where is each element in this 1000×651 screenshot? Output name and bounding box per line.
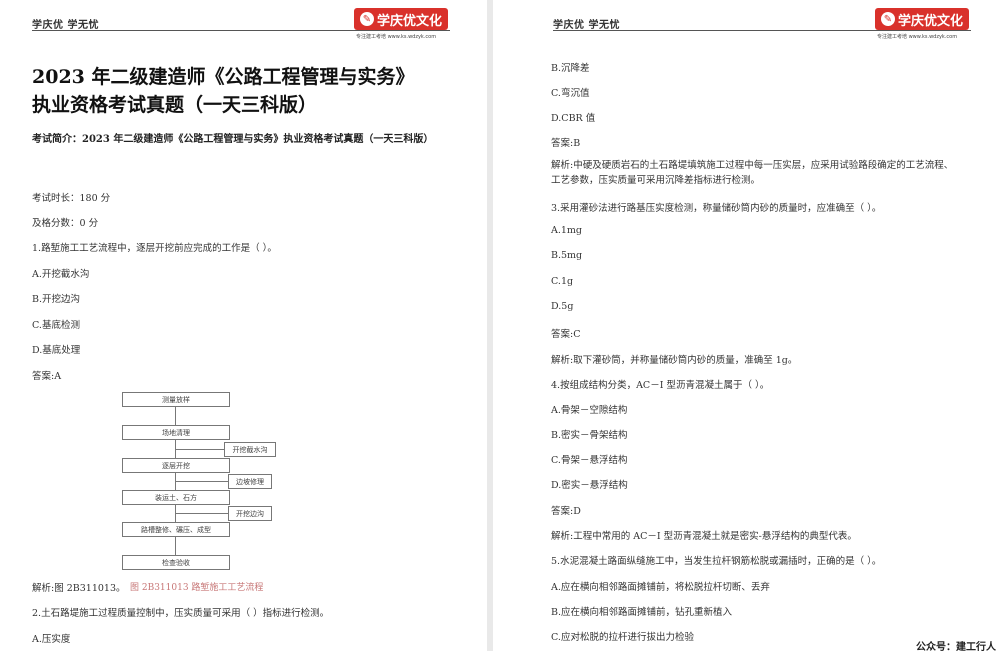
q3-analysis: 解析:取下灌砂筒，并称量储砂筒内砂的质量，准确至 1g。 bbox=[551, 355, 798, 366]
flow-step: 路槽整修、碾压、成型 bbox=[122, 522, 230, 537]
q2-analysis: 解析:中硬及硬质岩石的土石路堤填筑施工过程中每一压实层，应采用试验路段确定的工艺… bbox=[551, 160, 954, 186]
q4-answer: 答案:D bbox=[551, 506, 581, 517]
q4-option-b: B.密实－骨架结构 bbox=[551, 430, 628, 441]
question-1: 1.路堑施工工艺流程中，逐层开挖前应完成的工作是（ ）。 bbox=[32, 243, 277, 254]
q2-option-a: A.压实度 bbox=[32, 634, 71, 645]
q1-analysis: 解析:图 2B311013。 bbox=[32, 583, 126, 594]
flow-branch-line bbox=[175, 449, 224, 450]
q2-option-c: C.弯沉值 bbox=[551, 88, 590, 99]
q1-option-d: D.基底处理 bbox=[32, 345, 81, 356]
flow-arrow bbox=[175, 407, 176, 425]
left-page: 学庆优 学无忧 ✎ 学庆优文化 专注建工考培 www.ks.wdzyk.com … bbox=[0, 0, 487, 651]
q3-option-d: D.5g bbox=[551, 301, 574, 312]
q1-answer: 答案:A bbox=[32, 371, 62, 382]
question-2: 2.土石路堤施工过程质量控制中，压实质量可采用（ ）指标进行检测。 bbox=[32, 608, 330, 619]
header-slogan: 学庆优 学无忧 bbox=[553, 20, 620, 31]
brand-subtitle: 专注建工考培 www.ks.wdzyk.com bbox=[877, 34, 958, 40]
question-4: 4.按组成结构分类，AC－I 型沥青混凝土属于（ ）。 bbox=[551, 380, 770, 391]
brand-subtitle: 专注建工考培 www.ks.wdzyk.com bbox=[356, 34, 437, 40]
question-5: 5.水泥混凝土路面纵缝施工中，当发生拉杆钢筋松脱或漏插时，正确的是（ ）。 bbox=[551, 556, 882, 567]
title-line-1: 2023 年二级建造师《公路工程管理与实务》 bbox=[32, 66, 415, 88]
brand-name: 学庆优文化 bbox=[376, 13, 442, 29]
brand-logo: ✎ 学庆优文化 bbox=[354, 8, 448, 30]
flow-step: 装运土、石方 bbox=[122, 490, 230, 505]
flow-arrow bbox=[175, 537, 176, 555]
flow-side-step: 开挖截水沟 bbox=[224, 442, 276, 457]
flow-branch-line bbox=[175, 513, 228, 514]
question-3: 3.采用灌砂法进行路基压实度检测，称量储砂筒内砂的质量时，应准确至（ ）。 bbox=[551, 203, 882, 214]
q4-option-d: D.密实－悬浮结构 bbox=[551, 480, 628, 491]
q3-option-c: C.1g bbox=[551, 276, 574, 287]
brand-logo-icon: ✎ bbox=[359, 12, 374, 26]
pass-score: 及格分数：0 分 bbox=[32, 218, 99, 229]
right-page: 学庆优 学无忧 ✎ 学庆优文化 专注建工考培 www.ks.wdzyk.com … bbox=[493, 0, 1000, 651]
q2-answer: 答案:B bbox=[551, 138, 581, 149]
wechat-watermark: 公众号：建工行人 bbox=[916, 642, 996, 651]
q3-option-b: B.5mg bbox=[551, 250, 583, 261]
q2-option-d: D.CBR 值 bbox=[551, 113, 596, 124]
document-title: 2023 年二级建造师《公路工程管理与实务》 执业资格考试真题（一天三科版） bbox=[32, 63, 452, 119]
header-divider bbox=[32, 30, 450, 31]
q2-option-b: B.沉降差 bbox=[551, 63, 590, 74]
q4-option-a: A.骨架－空隙结构 bbox=[551, 405, 628, 416]
flow-side-step: 边坡修理 bbox=[228, 474, 272, 489]
header-slogan: 学庆优 学无忧 bbox=[32, 20, 99, 31]
exam-intro: 考试简介：2023 年二级建造师《公路工程管理与实务》执业资格考试真题（一天三科… bbox=[32, 134, 434, 145]
q3-answer: 答案:C bbox=[551, 329, 581, 340]
q5-option-c: C.应对松脱的拉杆进行拔出力检验 bbox=[551, 632, 694, 643]
exam-duration: 考试时长：180 分 bbox=[32, 193, 111, 204]
flow-side-step: 开挖边沟 bbox=[228, 506, 272, 521]
q4-analysis: 解析:工程中常用的 AC－I 型沥青混凝土就是密实-悬浮结构的典型代表。 bbox=[551, 531, 857, 542]
flow-step: 逐层开挖 bbox=[122, 458, 230, 473]
flow-step: 测量放样 bbox=[122, 392, 230, 407]
q5-option-b: B.应在横向相邻路面摊铺前，钻孔重新植入 bbox=[551, 607, 733, 618]
flow-step: 检查验收 bbox=[122, 555, 230, 570]
q5-option-a: A.应在横向相邻路面摊铺前，将松脱拉杆切断、丢弃 bbox=[551, 582, 770, 593]
flow-branch-line bbox=[175, 481, 228, 482]
flow-step: 场地清理 bbox=[122, 425, 230, 440]
brand-name: 学庆优文化 bbox=[897, 13, 963, 29]
title-line-2: 执业资格考试真题（一天三科版） bbox=[32, 94, 318, 116]
q3-option-a: A.1mg bbox=[551, 225, 583, 236]
q1-option-b: B.开挖边沟 bbox=[32, 294, 81, 305]
q1-option-a: A.开挖截水沟 bbox=[32, 269, 90, 280]
figure-caption: 图 2B311013 路堑施工工艺流程 bbox=[130, 583, 264, 593]
q1-option-c: C.基底检测 bbox=[32, 320, 80, 331]
header-divider bbox=[553, 30, 971, 31]
brand-logo: ✎ 学庆优文化 bbox=[875, 8, 969, 30]
q4-option-c: C.骨架－悬浮结构 bbox=[551, 455, 628, 466]
brand-logo-icon: ✎ bbox=[880, 12, 895, 26]
